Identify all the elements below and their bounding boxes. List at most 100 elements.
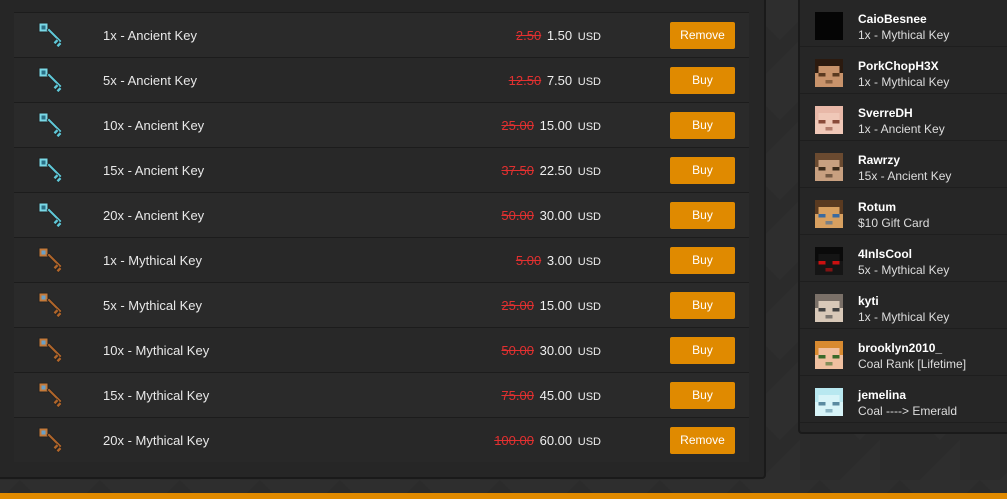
recent-payment-item: brooklyn2010_ Coal Rank [Lifetime]: [800, 329, 1007, 376]
package-name: 5x - Ancient Key: [103, 72, 197, 88]
package-name: 20x - Ancient Key: [103, 207, 205, 223]
remove-button[interactable]: Remove: [670, 426, 735, 454]
package-price: 25.00 15.00 USD: [501, 118, 601, 133]
package-row: 10x - Ancient Key 25.00 15.00 USD Buy: [14, 102, 749, 147]
currency: USD: [577, 75, 601, 88]
package-name: 20x - Mythical Key: [103, 432, 210, 448]
recent-payment-item: kyti 1x - Mythical Key: [800, 282, 1007, 329]
currency: USD: [577, 165, 601, 178]
buy-button[interactable]: Buy: [670, 156, 735, 184]
sale-price: 45.00: [539, 387, 573, 403]
ancient-key-icon: [36, 20, 66, 50]
mythical-key-icon: [36, 425, 66, 455]
recent-payment-item: 4InlsCool 5x - Mythical Key: [800, 235, 1007, 282]
player-name: Rawrzy: [858, 153, 901, 167]
sale-price: 60.00: [539, 432, 573, 448]
buy-button[interactable]: Buy: [670, 111, 735, 139]
package-row: 10x - Mythical Key 50.00 30.00 USD Buy: [14, 327, 749, 372]
sale-price: 30.00: [539, 342, 573, 358]
currency: USD: [577, 300, 601, 313]
original-price: 25.00: [501, 297, 534, 313]
player-name: brooklyn2010_: [858, 341, 943, 355]
purchased-item: 1x - Ancient Key: [858, 122, 945, 136]
player-avatar[interactable]: [815, 106, 843, 134]
package-row: 15x - Mythical Key 75.00 45.00 USD Buy: [14, 372, 749, 417]
original-price: 100.00: [494, 432, 534, 448]
package-name: 15x - Ancient Key: [103, 162, 205, 178]
ancient-key-icon: [36, 155, 66, 185]
package-row: 5x - Mythical Key 25.00 15.00 USD Buy: [14, 282, 749, 327]
original-price: 50.00: [501, 207, 534, 223]
player-avatar[interactable]: [815, 153, 843, 181]
sale-price: 22.50: [539, 162, 573, 178]
currency: USD: [577, 435, 601, 448]
mythical-key-icon: [36, 335, 66, 365]
purchased-item: 15x - Ancient Key: [858, 169, 952, 183]
sale-price: 7.50: [546, 72, 573, 88]
currency: USD: [577, 30, 601, 43]
player-avatar[interactable]: [815, 200, 843, 228]
remove-button[interactable]: Remove: [670, 21, 735, 49]
recent-payment-item: PorkChopH3X 1x - Mythical Key: [800, 47, 1007, 94]
package-price: 50.00 30.00 USD: [501, 208, 601, 223]
package-price: 100.00 60.00 USD: [494, 433, 601, 448]
purchased-item: Coal ----> Emerald: [858, 404, 958, 418]
sale-price: 15.00: [539, 117, 573, 133]
purchased-item: Coal Rank [Lifetime]: [858, 357, 967, 371]
ancient-key-icon: [36, 110, 66, 140]
package-row: 5x - Ancient Key 12.50 7.50 USD Buy: [14, 57, 749, 102]
package-price: 75.00 45.00 USD: [501, 388, 601, 403]
purchased-item: $10 Gift Card: [858, 216, 930, 230]
buy-button[interactable]: Buy: [670, 381, 735, 409]
buy-button[interactable]: Buy: [670, 246, 735, 274]
package-row: 15x - Ancient Key 37.50 22.50 USD Buy: [14, 147, 749, 192]
player-name: jemelina: [858, 388, 907, 402]
sale-price: 15.00: [539, 297, 573, 313]
package-name: 1x - Ancient Key: [103, 27, 197, 43]
player-avatar[interactable]: [815, 59, 843, 87]
player-name: CaioBesnee: [858, 12, 927, 26]
package-price: 5.00 3.00 USD: [516, 253, 601, 268]
sale-price: 30.00: [539, 207, 573, 223]
buy-button[interactable]: Buy: [670, 66, 735, 94]
recent-payment-item: jemelina Coal ----> Emerald: [800, 376, 1007, 423]
package-row: 20x - Mythical Key 100.00 60.00 USD Remo…: [14, 417, 749, 462]
purchased-item: 5x - Mythical Key: [858, 263, 950, 277]
recent-payments-list: CaioBesnee 1x - Mythical Key PorkChopH3X…: [800, 0, 1007, 423]
package-name: 5x - Mythical Key: [103, 297, 202, 313]
original-price: 25.00: [501, 117, 534, 133]
player-avatar[interactable]: [815, 341, 843, 369]
buy-button[interactable]: Buy: [670, 291, 735, 319]
ancient-key-icon: [36, 65, 66, 95]
recent-payment-item: Rotum $10 Gift Card: [800, 188, 1007, 235]
package-name: 10x - Ancient Key: [103, 117, 205, 133]
original-price: 2.50: [515, 27, 542, 43]
package-price: 25.00 15.00 USD: [501, 298, 601, 313]
package-list: 1x - Ancient Key 2.50 1.50 USD Remove 5x…: [14, 12, 749, 462]
currency: USD: [577, 390, 601, 403]
player-name: Rotum: [858, 200, 896, 214]
currency: USD: [577, 120, 601, 133]
purchased-item: 1x - Mythical Key: [858, 310, 950, 324]
player-avatar[interactable]: [815, 388, 843, 416]
mythical-key-icon: [36, 290, 66, 320]
original-price: 12.50: [508, 72, 542, 88]
package-price: 37.50 22.50 USD: [501, 163, 601, 178]
player-avatar[interactable]: [815, 294, 843, 322]
player-avatar[interactable]: [815, 12, 843, 40]
sale-price: 1.50: [546, 27, 573, 43]
purchased-item: 1x - Mythical Key: [858, 28, 950, 42]
buy-button[interactable]: Buy: [670, 336, 735, 364]
packages-panel: 1x - Ancient Key 2.50 1.50 USD Remove 5x…: [0, 0, 766, 479]
original-price: 37.50: [501, 162, 534, 178]
player-avatar[interactable]: [815, 247, 843, 275]
player-name: 4InlsCool: [858, 247, 913, 261]
recent-payments-panel: CaioBesnee 1x - Mythical Key PorkChopH3X…: [798, 0, 1007, 434]
recent-payment-item: SverreDH 1x - Ancient Key: [800, 94, 1007, 141]
package-price: 2.50 1.50 USD: [516, 28, 601, 43]
package-price: 50.00 30.00 USD: [501, 343, 601, 358]
footer-accent-bar: [0, 493, 1007, 499]
package-row: 1x - Ancient Key 2.50 1.50 USD Remove: [14, 12, 749, 57]
package-name: 10x - Mythical Key: [103, 342, 210, 358]
buy-button[interactable]: Buy: [670, 201, 735, 229]
